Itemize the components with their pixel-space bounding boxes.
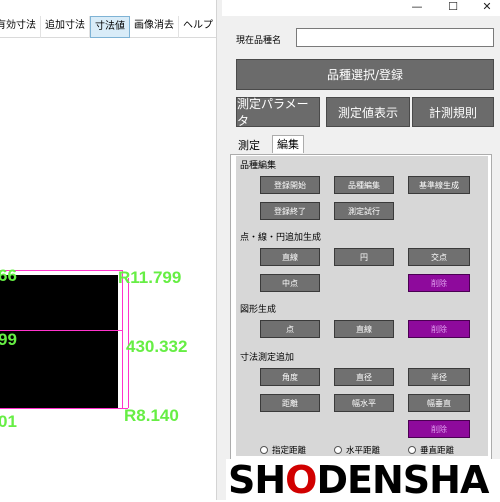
dimension-line-middle — [0, 330, 122, 331]
tab-valid-dimension[interactable]: 有効寸法 — [0, 16, 41, 38]
tab-dimension-value[interactable]: 寸法値 — [90, 16, 130, 38]
intersection-button[interactable]: 交点 — [408, 248, 470, 266]
part-lower-region — [0, 331, 118, 408]
company-logo: SHODENSHA — [226, 458, 500, 502]
tab-help[interactable]: ヘルプ — [179, 16, 218, 38]
horizontal-width-button[interactable]: 幅水平 — [334, 394, 394, 412]
image-pane: 有効寸法 追加寸法 寸法値 画像消去 ヘルプ 66 99 01 R11.799 … — [0, 0, 222, 500]
minimize-icon[interactable]: — — [406, 0, 428, 14]
measurement-mid-right: 430.332 — [126, 337, 188, 356]
measurement-radius-top: R11.799 — [118, 268, 182, 287]
measurement-radius-bottom: R8.140 — [124, 406, 179, 425]
point-button[interactable]: 点 — [260, 320, 320, 338]
register-start-button[interactable]: 登録開始 — [260, 176, 320, 194]
measurement-mid-left: 99 — [0, 330, 17, 349]
radius-button[interactable]: 半径 — [408, 368, 470, 386]
product-edit-button[interactable]: 品種編集 — [334, 176, 394, 194]
measurement-top-left: 66 — [0, 266, 17, 285]
measure-params-button[interactable]: 測定パラメータ — [236, 97, 320, 128]
diameter-button[interactable]: 直径 — [334, 368, 394, 386]
circle-button[interactable]: 円 — [334, 248, 394, 266]
select-register-button[interactable]: 品種選択/登録 — [236, 59, 494, 90]
edit-panel-body: 品種編集 登録開始 品種編集 基準線生成 登録終了 測定試行 点・線・円追加生成… — [236, 156, 488, 456]
maximize-icon[interactable]: ☐ — [442, 0, 464, 14]
radio-circle-icon — [334, 446, 342, 454]
show-values-button[interactable]: 測定値表示 — [326, 97, 410, 127]
rules-button[interactable]: 計測規則 — [412, 97, 494, 127]
baseline-create-button[interactable]: 基準線生成 — [408, 176, 470, 194]
radio-horizontal-distance[interactable]: 水平距離 — [334, 444, 380, 456]
tab-measure[interactable]: 測定 — [234, 137, 264, 155]
group-title-add-elements: 点・線・円追加生成 — [240, 233, 322, 243]
register-end-button[interactable]: 登録終了 — [260, 202, 320, 220]
distance-button[interactable]: 距離 — [260, 394, 320, 412]
delete-element-button[interactable]: 削除 — [408, 274, 470, 292]
product-name-label: 現在品種名 — [236, 36, 282, 46]
angle-button[interactable]: 角度 — [260, 368, 320, 386]
group-title-shape-create: 図形生成 — [240, 305, 277, 315]
group-title-product-edit: 品種編集 — [240, 161, 277, 171]
dimension-line-bottom — [0, 408, 128, 409]
delete-dimension-button[interactable]: 削除 — [408, 420, 470, 438]
line-button[interactable]: 直線 — [260, 248, 320, 266]
close-icon[interactable]: ✕ — [476, 0, 498, 14]
dimension-line-top — [0, 270, 122, 271]
product-name-field[interactable] — [296, 28, 494, 47]
part-upper-region — [0, 275, 118, 331]
tab-added-dimension[interactable]: 追加寸法 — [41, 16, 90, 38]
delete-shape-button[interactable]: 削除 — [408, 320, 470, 338]
logo-text: SHODENSHA — [228, 458, 489, 502]
window-titlebar: — ☐ ✕ — [222, 0, 500, 16]
radio-circle-icon — [408, 446, 416, 454]
radio-vertical-distance[interactable]: 垂直距離 — [408, 444, 454, 456]
tab-erase-image[interactable]: 画像消去 — [130, 16, 179, 38]
dimension-line-vertical — [122, 270, 123, 408]
radio-circle-icon — [260, 446, 268, 454]
trial-measure-button[interactable]: 測定試行 — [334, 202, 394, 220]
tab-edit[interactable]: 編集 — [272, 135, 304, 153]
midpoint-button[interactable]: 中点 — [260, 274, 320, 292]
vertical-width-button[interactable]: 幅垂直 — [408, 394, 470, 412]
image-toolbar: 有効寸法 追加寸法 寸法値 画像消去 ヘルプ — [0, 16, 222, 38]
group-title-dimension-add: 寸法測定追加 — [240, 353, 295, 363]
radio-specified-distance[interactable]: 指定距離 — [260, 444, 306, 456]
shape-line-button[interactable]: 直線 — [334, 320, 394, 338]
image-canvas[interactable]: 66 99 01 R11.799 430.332 R8.140 — [0, 38, 222, 500]
measurement-bottom-left: 01 — [0, 412, 17, 431]
control-pane: — ☐ ✕ 現在品種名 品種選択/登録 測定パラメータ 測定値表示 計測規則 測… — [222, 0, 500, 502]
